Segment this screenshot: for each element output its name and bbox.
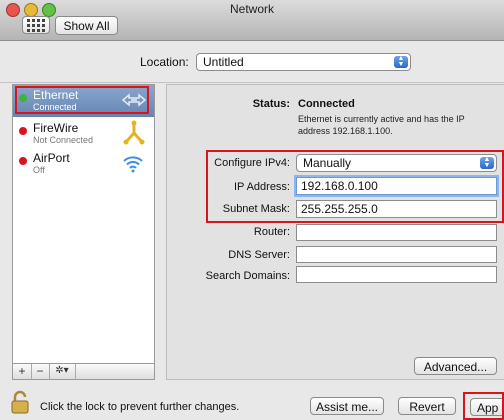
status-value: Connected — [298, 98, 355, 110]
dns-server-input[interactable] — [296, 246, 497, 263]
highlight-box-ethernet — [15, 86, 149, 114]
firewire-icon — [123, 120, 145, 145]
status-dot-red — [19, 127, 27, 135]
wifi-icon — [123, 156, 143, 173]
service-status: Not Connected — [33, 135, 94, 145]
location-label: Location: — [140, 55, 189, 69]
service-name: FireWire — [33, 121, 79, 135]
service-list: Ethernet Connected FireWire Not Connecte… — [12, 84, 155, 364]
service-list-toolbar: + − ✲▾ — [12, 363, 155, 380]
highlight-box-apply — [463, 392, 504, 420]
grid-view-button[interactable] — [22, 16, 50, 34]
dns-server-label: DNS Server: — [228, 249, 290, 261]
service-name: AirPort — [33, 151, 70, 165]
advanced-button[interactable]: Advanced... — [414, 357, 497, 375]
status-dot-red — [19, 157, 27, 165]
popup-arrows-icon: ▲ ▼ — [394, 55, 408, 68]
location-value: Untitled — [203, 55, 244, 69]
action-menu-button[interactable]: ✲▾ — [49, 364, 76, 379]
assist-me-button[interactable]: Assist me... — [310, 397, 384, 415]
service-item-firewire[interactable]: FireWire Not Connected — [13, 118, 154, 150]
lock-message: Click the lock to prevent further change… — [40, 401, 240, 413]
revert-button[interactable]: Revert — [398, 397, 456, 415]
remove-service-button[interactable]: − — [31, 364, 50, 379]
service-status: Off — [33, 165, 45, 175]
lock-icon[interactable] — [10, 390, 32, 416]
search-domains-label: Search Domains: — [205, 270, 290, 282]
router-input[interactable] — [296, 224, 497, 241]
add-service-button[interactable]: + — [13, 364, 32, 379]
show-all-button[interactable]: Show All — [55, 16, 118, 35]
window-title: Network — [229, 2, 274, 16]
service-item-airport[interactable]: AirPort Off — [13, 148, 154, 180]
router-label: Router: — [253, 226, 290, 238]
search-domains-input[interactable] — [296, 266, 497, 283]
status-description: Ethernet is currently active and has the… — [298, 114, 465, 136]
location-popup[interactable]: Untitled ▲ ▼ — [196, 53, 411, 71]
status-label: Status: — [252, 98, 290, 110]
highlight-box-ip-settings — [206, 150, 504, 223]
separator — [0, 82, 504, 83]
